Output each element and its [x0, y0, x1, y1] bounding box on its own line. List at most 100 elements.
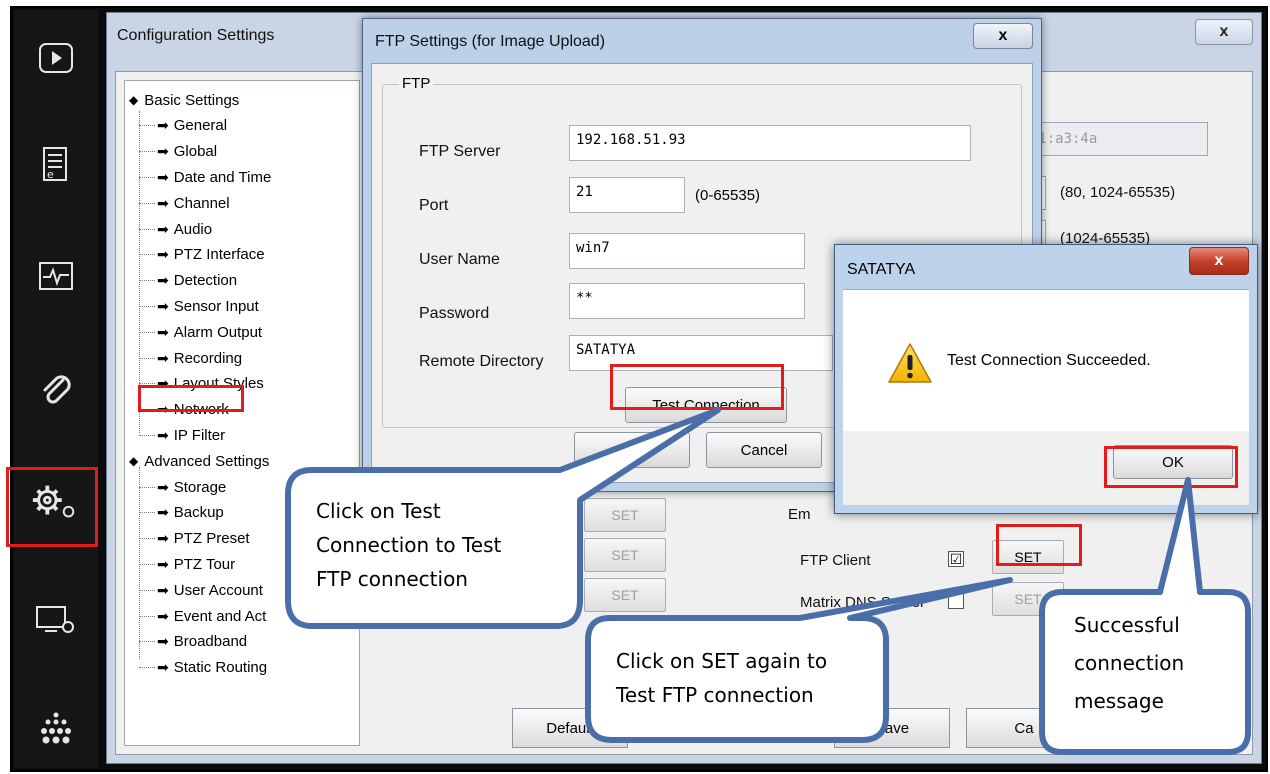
arrow-right-icon: ➡	[157, 478, 169, 495]
tree-connector	[139, 538, 155, 540]
set-button-row1[interactable]: SET	[584, 498, 666, 532]
message-box-close-button[interactable]: x	[1189, 247, 1249, 275]
arrow-right-icon: ➡	[157, 349, 169, 366]
tree-group-item[interactable]: ◆ Basic Settings	[129, 89, 239, 111]
tree-item[interactable]: ➡ Channel	[139, 192, 230, 214]
tree-item-label: Storage	[173, 478, 227, 496]
matrix-dns-set-button[interactable]: SET	[992, 582, 1064, 616]
matrix-logo-icon	[30, 702, 82, 754]
tree-item[interactable]: ➡ PTZ Tour	[139, 553, 235, 575]
cancel-button[interactable]: Ca	[966, 708, 1082, 748]
arrow-right-icon: ➡	[157, 530, 169, 547]
tree-item-label: Global	[173, 143, 218, 161]
callout-success-line: Successful	[1074, 613, 1180, 637]
tree-item[interactable]: ➡ Detection	[139, 270, 237, 292]
arrow-right-icon: ➡	[157, 659, 169, 676]
save-button[interactable]: Save	[834, 708, 950, 748]
set-button-row2[interactable]: SET	[584, 538, 666, 572]
ftp-client-checkbox[interactable]: ☑	[948, 551, 964, 567]
tree-item[interactable]: ➡ Backup	[139, 502, 224, 524]
tree-item-label: Advanced Settings	[144, 452, 270, 470]
message-box-body: Test Connection Succeeded.	[843, 289, 1249, 431]
arrow-right-icon: ➡	[157, 297, 169, 314]
tree-item[interactable]: ➡ PTZ Interface	[139, 244, 265, 266]
tree-connector	[139, 486, 155, 488]
ftp-dialog-title: FTP Settings (for Image Upload)	[375, 33, 606, 50]
tree-item[interactable]: ➡ Recording	[139, 347, 242, 369]
tree-item-label: Sensor Input	[173, 297, 259, 315]
tree-item[interactable]: ➡ Date and Time	[139, 166, 271, 188]
ftp-client-set-highlight-box	[996, 524, 1082, 566]
ftp-ok-button[interactable]: OK	[574, 432, 690, 468]
tree-item[interactable]: ➡ Event and Act	[139, 605, 266, 627]
tree-item-label: PTZ Tour	[173, 555, 236, 573]
tree-item-label: Backup	[173, 504, 224, 522]
tree-item-label: IP Filter	[173, 426, 226, 444]
remote-directory-label: Remote Directory	[419, 353, 544, 370]
tree-connector	[139, 254, 155, 256]
tree-group-item[interactable]: ◆ Advanced Settings	[129, 450, 269, 472]
display-settings-icon[interactable]	[30, 594, 82, 646]
tree-item[interactable]: ➡ General	[139, 115, 227, 137]
user-name-input[interactable]: win7	[569, 233, 805, 269]
tree-item-label: Event and Act	[173, 607, 267, 625]
tree-connector	[139, 641, 155, 643]
tree-item-label: User Account	[173, 581, 263, 599]
settings-highlight-box	[6, 467, 98, 547]
tree-connector	[139, 176, 155, 178]
set-button-row3[interactable]: SET	[584, 578, 666, 612]
tree-item[interactable]: ➡ Sensor Input	[139, 295, 259, 317]
play-icon[interactable]	[30, 32, 82, 84]
tree-item-label: Date and Time	[173, 168, 272, 186]
password-label: Password	[419, 305, 490, 322]
http-port-hint: (80, 1024-65535)	[1060, 184, 1176, 201]
callout-success-text: Successful connection message	[1074, 606, 1184, 720]
matrix-dns-label: Matrix DNS Server	[800, 594, 926, 611]
matrix-dns-checkbox[interactable]	[948, 593, 964, 609]
tree-item-label: Detection	[173, 272, 238, 290]
tree-item[interactable]: ➡ PTZ Preset	[139, 528, 250, 550]
password-input[interactable]: **	[569, 283, 805, 319]
tree-connector	[139, 589, 155, 591]
tree-item-label: PTZ Preset	[173, 530, 250, 548]
tree-item[interactable]: ➡ Static Routing	[139, 657, 267, 679]
test-connection-highlight-box	[610, 364, 784, 410]
event-log-icon[interactable]: e	[30, 138, 82, 190]
tree-item[interactable]: ➡ User Account	[139, 579, 263, 601]
tree-item[interactable]: ➡ IP Filter	[139, 424, 225, 446]
tree-item-label: PTZ Interface	[173, 246, 265, 264]
tree-item[interactable]: ➡ Storage	[139, 476, 226, 498]
tree-item-label: Static Routing	[173, 659, 268, 677]
callout-test-connection-line: Connection to Test	[316, 533, 502, 557]
tree-item[interactable]: ➡ Alarm Output	[139, 321, 262, 343]
arrow-right-icon: ➡	[157, 272, 169, 289]
tree-connector	[139, 331, 155, 333]
ftp-close-button[interactable]: x	[973, 23, 1033, 49]
email-client-label: Em	[788, 506, 811, 523]
arrow-right-icon: ➡	[157, 194, 169, 211]
tree-connector	[139, 305, 155, 307]
config-close-button[interactable]: x	[1195, 19, 1253, 45]
arrow-right-icon: ➡	[157, 504, 169, 521]
tree-item[interactable]: ➡ Audio	[139, 218, 212, 240]
arrow-right-icon: ➡	[157, 143, 169, 160]
tree-connector	[139, 151, 155, 153]
network-highlight-box	[138, 385, 244, 412]
tree-connector	[139, 615, 155, 617]
callout-set-again-line: Test FTP connection	[616, 683, 814, 707]
health-monitor-icon[interactable]	[30, 250, 82, 302]
callout-set-again-line: Click on SET again to	[616, 649, 828, 673]
arrow-right-icon: ➡	[157, 323, 169, 340]
callout-test-connection-line: Click on Test	[316, 499, 441, 523]
arrow-right-icon: ➡	[157, 426, 169, 443]
port-input[interactable]: 21	[569, 177, 685, 213]
arrow-right-icon: ➡	[157, 220, 169, 237]
arrow-right-icon: ➡	[157, 117, 169, 134]
ftp-server-input[interactable]: 192.168.51.93	[569, 125, 971, 161]
attachment-icon[interactable]	[30, 364, 82, 416]
tree-item[interactable]: ➡ Broadband	[139, 631, 247, 653]
default-button[interactable]: Default	[512, 708, 628, 748]
ftp-cancel-button[interactable]: Cancel	[706, 432, 822, 468]
tree-connector	[139, 280, 155, 282]
tree-item[interactable]: ➡ Global	[139, 141, 217, 163]
